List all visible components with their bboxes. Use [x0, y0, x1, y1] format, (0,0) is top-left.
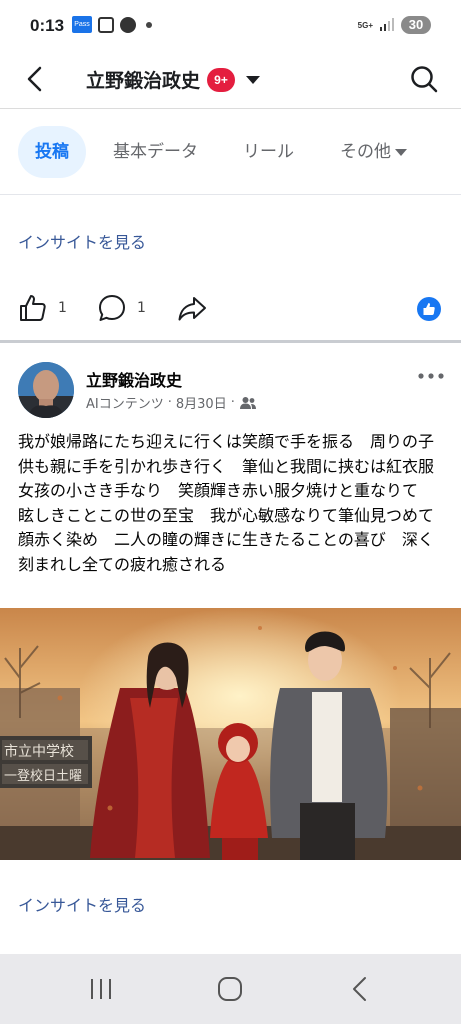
- chevron-down-icon: [395, 148, 407, 156]
- back-chevron-icon: [353, 977, 366, 1001]
- insights-link[interactable]: インサイトを見る: [18, 229, 146, 253]
- status-time: 0:13: [30, 16, 65, 35]
- comment-count: 1: [137, 300, 146, 316]
- friends-audience-icon: [239, 396, 256, 409]
- system-back-button[interactable]: [346, 975, 374, 1003]
- profile-tabs: 投稿 基本データ リール その他: [0, 110, 461, 195]
- back-button[interactable]: [20, 64, 50, 94]
- like-button[interactable]: 1: [18, 293, 67, 323]
- pass-app-icon: Pass: [72, 16, 92, 33]
- network-type: 5G+: [357, 20, 373, 30]
- more-dots-icon: [418, 373, 444, 379]
- search-icon: [411, 66, 438, 93]
- tab-more[interactable]: その他: [340, 126, 407, 178]
- comment-icon: [99, 295, 125, 321]
- post-body-text: 我が娘帰路にたち迎えに行くは笑顔で手を振る 周りの子供も親に手を引かれ歩き行く …: [18, 432, 435, 574]
- meta-separator: ·: [167, 395, 172, 410]
- system-navigation-bar: [0, 954, 461, 1024]
- like-reaction-icon: [417, 297, 441, 321]
- status-system-icons: 5G+ 30: [358, 16, 431, 34]
- school-sign-line-2: 一登校日土曜: [4, 768, 82, 784]
- back-arrow-icon: [27, 66, 42, 92]
- signal-icon: [380, 18, 394, 31]
- post-date[interactable]: 8月30日: [176, 393, 227, 412]
- battery-indicator: 30: [401, 16, 431, 34]
- comment-button[interactable]: 1: [97, 293, 146, 323]
- page-switcher[interactable]: 立野鍛治政史 9+: [86, 66, 261, 93]
- status-notification-icons: Pass: [72, 16, 152, 33]
- post-actions-bar: 1 1: [0, 285, 461, 335]
- recent-apps-icon: [91, 979, 111, 999]
- meta-separator: ·: [230, 395, 235, 410]
- search-button[interactable]: [409, 64, 439, 94]
- post-image[interactable]: 市立中学校 一登校日土曜: [0, 608, 461, 860]
- tab-posts[interactable]: 投稿: [18, 126, 86, 178]
- dropdown-caret-icon: [246, 75, 261, 84]
- like-count: 1: [58, 300, 67, 316]
- school-sign-line-1: 市立中学校: [4, 743, 74, 760]
- insights-link[interactable]: インサイトを見る: [18, 892, 146, 916]
- tab-label: その他: [340, 142, 391, 162]
- tab-about[interactable]: 基本データ: [113, 126, 198, 178]
- more-notifications-dot-icon: [146, 21, 152, 28]
- thumbs-up-icon: [20, 295, 46, 321]
- ai-content-label[interactable]: AIコンテンツ: [86, 393, 164, 412]
- notification-badge: 9+: [207, 67, 236, 92]
- recent-apps-button[interactable]: [88, 976, 114, 1002]
- tab-label: 投稿: [35, 142, 69, 162]
- post-meta: AIコンテンツ · 8月30日 ·: [86, 393, 257, 412]
- facebook-notification-icon: [120, 16, 136, 33]
- post-author-name[interactable]: 立野鍛治政史: [86, 367, 182, 391]
- tab-label: リール: [243, 142, 294, 162]
- post-more-options-button[interactable]: [416, 368, 446, 382]
- avatar[interactable]: [18, 362, 74, 418]
- home-icon: [218, 977, 242, 1001]
- status-bar: 0:13 Pass 5G+ 30: [0, 0, 461, 52]
- screenshot-icon: [98, 16, 114, 33]
- page-title: 立野鍛治政史: [86, 70, 201, 92]
- share-arrow-icon: [178, 297, 206, 321]
- post-header: 立野鍛治政史 AIコンテンツ · 8月30日 ·: [0, 358, 461, 423]
- tab-reels[interactable]: リール: [243, 126, 294, 178]
- share-button[interactable]: [177, 293, 207, 323]
- home-button[interactable]: [216, 975, 244, 1003]
- post-divider: [0, 340, 461, 343]
- tab-label: 基本データ: [113, 142, 198, 162]
- top-app-bar: 立野鍛治政史 9+: [0, 52, 461, 109]
